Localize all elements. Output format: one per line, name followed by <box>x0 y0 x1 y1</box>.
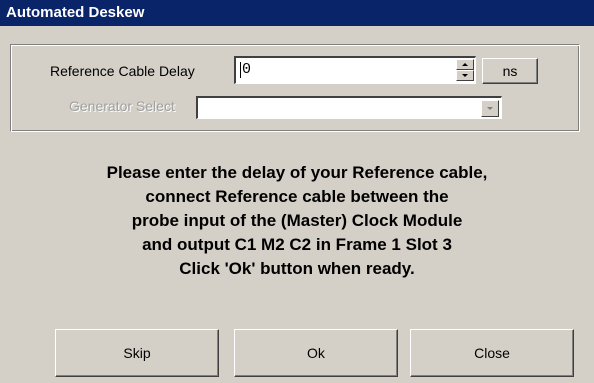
dropdown-button <box>481 100 499 117</box>
arrow-up-icon <box>462 63 468 66</box>
reference-cable-delay-value[interactable]: 0 <box>240 62 251 78</box>
instruction-message: Please enter the delay of your Reference… <box>0 161 594 281</box>
spin-down-button[interactable] <box>456 70 474 81</box>
close-button[interactable]: Close <box>410 329 574 377</box>
generator-select-label: Generator Select <box>69 98 175 114</box>
generator-select-dropdown <box>196 96 502 119</box>
automated-deskew-dialog: Automated Deskew Reference Cable Delay 0… <box>0 0 594 383</box>
window-title: Automated Deskew <box>0 0 594 26</box>
message-line: connect Reference cable between the <box>145 187 449 206</box>
message-line: Please enter the delay of your Reference… <box>106 163 488 182</box>
chevron-down-icon <box>487 107 493 110</box>
unit-button[interactable]: ns <box>482 58 538 84</box>
message-line: probe input of the (Master) Clock Module <box>131 211 463 230</box>
arrow-down-icon <box>462 74 468 77</box>
spin-up-button[interactable] <box>456 59 474 70</box>
delay-spinner[interactable] <box>456 59 474 81</box>
skip-button[interactable]: Skip <box>55 329 219 377</box>
reference-cable-delay-label: Reference Cable Delay <box>50 63 195 79</box>
reference-cable-delay-input[interactable]: 0 <box>234 56 476 84</box>
message-line: and output C1 M2 C2 in Frame 1 Slot 3 <box>142 235 452 254</box>
message-line: Click 'Ok' button when ready. <box>179 259 415 278</box>
ok-button[interactable]: Ok <box>234 329 398 377</box>
